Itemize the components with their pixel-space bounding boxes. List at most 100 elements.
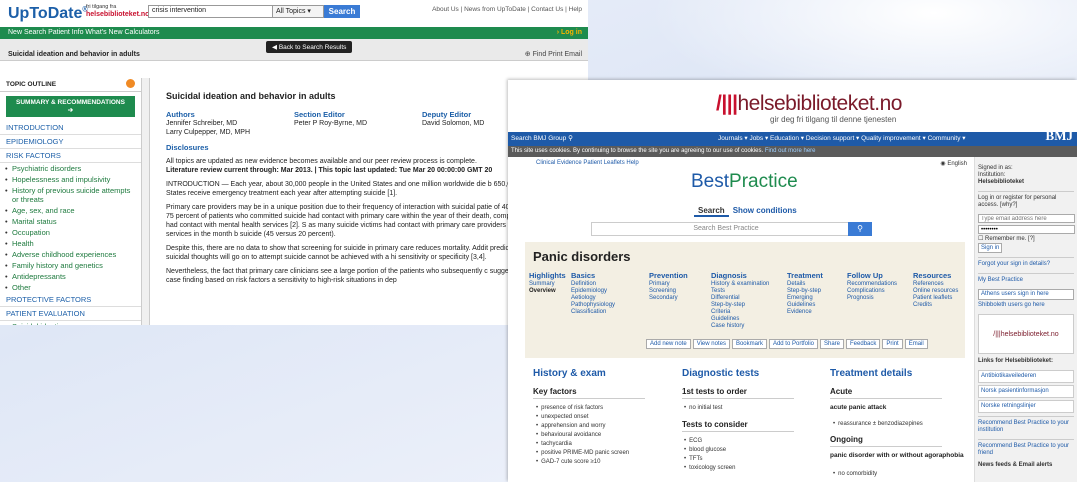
menu-link[interactable]: Secondary (649, 295, 688, 302)
menu-link[interactable]: Summary (529, 281, 566, 288)
shibboleth-link[interactable]: Shibboleth users go here (978, 302, 1074, 309)
back-to-results-button[interactable]: ◀ Back to Search Results (266, 41, 353, 53)
action-button[interactable]: Add new note (646, 339, 691, 349)
history-exam-heading[interactable]: History & exam (533, 368, 606, 379)
bestpractice-logo[interactable]: BestPractice (691, 171, 798, 193)
deputy-editor[interactable]: David Solomon, MD (422, 120, 484, 127)
menu-link[interactable]: Step-by-step (711, 302, 769, 309)
sidebar-link[interactable]: Norske retningslinjer (978, 400, 1074, 413)
action-button[interactable]: View notes (692, 339, 730, 349)
menu-link[interactable]: Definition (571, 281, 615, 288)
outline-item[interactable]: Age, sex, and race (0, 205, 141, 216)
bp-search-input[interactable]: Search Best Practice (591, 222, 861, 236)
outline-item[interactable]: Family history and genetics (0, 260, 141, 271)
action-button[interactable]: Add to Portfolio (768, 339, 818, 349)
menu-link[interactable]: Evidence (787, 309, 823, 316)
menu-column-heading[interactable]: Follow Up (847, 272, 897, 280)
outline-item[interactable]: Marital status (0, 216, 141, 227)
menu-link[interactable]: Tests (711, 288, 769, 295)
menu-column-heading[interactable]: Diagnosis (711, 272, 769, 280)
recommend-friend[interactable]: Recommend Best Practice to your friend (978, 443, 1074, 457)
email-field[interactable] (978, 214, 1075, 223)
menu-link[interactable]: Credits (913, 302, 958, 309)
treatment-details-heading[interactable]: Treatment details (830, 368, 912, 379)
menu-link[interactable]: Classification (571, 309, 615, 316)
collapse-icon[interactable] (126, 79, 135, 88)
outline-section[interactable]: PROTECTIVE FACTORS (0, 293, 141, 307)
menu-column-heading[interactable]: Basics (571, 272, 615, 280)
recommend-institution[interactable]: Recommend Best Practice to your institut… (978, 420, 1074, 434)
menu-column-heading[interactable]: Resources (913, 272, 958, 280)
menu-link[interactable]: History & examination (711, 281, 769, 288)
search-button[interactable]: Search (324, 5, 360, 18)
summary-button[interactable]: SUMMARY & RECOMMENDATIONS ➔ (6, 96, 135, 117)
remember-me-checkbox[interactable]: ☐ Remember me. [?] (978, 236, 1074, 243)
bmj-logo[interactable]: BMJ (1046, 129, 1073, 143)
group-search[interactable]: Search BMJ Group ⚲ (511, 132, 573, 146)
outline-item[interactable]: Suicidal ideation (0, 321, 141, 325)
bp-top-links[interactable]: Clinical Evidence Patient Leaflets Help (536, 160, 639, 166)
helsebiblioteket-logo[interactable]: /|||helsebiblioteket.no (716, 92, 902, 116)
action-button[interactable]: Email (904, 339, 928, 349)
bp-search-button[interactable]: ⚲ (848, 222, 872, 236)
password-field[interactable] (978, 225, 1075, 234)
outline-item[interactable]: Other (0, 282, 141, 293)
menu-column-heading[interactable]: Treatment (787, 272, 823, 280)
group-menu[interactable]: Journals ▾ Jobs ▾ Education ▾ Decision s… (718, 132, 966, 146)
outline-item[interactable]: Adverse childhood experiences (0, 249, 141, 260)
search-input[interactable]: crisis intervention (148, 5, 276, 18)
tools[interactable]: ⊕ Find Print Email (525, 50, 582, 58)
menu-link[interactable]: Epidemiology (571, 288, 615, 295)
tab-show-conditions[interactable]: Show conditions (729, 206, 801, 215)
menu-link[interactable]: Case history (711, 323, 769, 330)
menu-link[interactable]: Step-by-step (787, 288, 823, 295)
action-button[interactable]: Print (882, 339, 903, 349)
action-button[interactable]: Share (820, 339, 845, 349)
menu-link[interactable]: Aetiology (571, 295, 615, 302)
outline-item[interactable]: Hopelessness and impulsivity (0, 174, 141, 185)
menu-column-heading[interactable]: Highlights (529, 272, 566, 280)
action-button[interactable]: Feedback (846, 339, 881, 349)
menu-link[interactable]: Pathophysiology (571, 302, 615, 309)
section-editor[interactable]: Peter P Roy-Byrne, MD (294, 120, 367, 127)
menu-link[interactable]: Screening (649, 288, 688, 295)
diagnostic-tests-heading[interactable]: Diagnostic tests (682, 368, 759, 379)
menu-link[interactable]: Guidelines (787, 302, 823, 309)
menu-link[interactable]: Differential (711, 295, 769, 302)
menu-link[interactable]: Online resources (913, 288, 958, 295)
login-link[interactable]: › Log in (557, 27, 582, 39)
forgot-link[interactable]: Forgot your sign in details? (978, 261, 1074, 268)
top-links[interactable]: About Us | News from UpToDate | Contact … (432, 6, 582, 13)
menu-link[interactable]: Details (787, 281, 823, 288)
menu-column-heading[interactable]: Prevention (649, 272, 688, 280)
my-best-practice-link[interactable]: My Best Practice (978, 277, 1074, 284)
outline-item[interactable]: History of previous suicide attempts or … (0, 185, 141, 205)
login-note[interactable]: Log in or register for personal access. … (978, 195, 1074, 209)
outline-item[interactable]: Psychiatric disorders (0, 163, 141, 174)
sign-in-button[interactable]: Sign in (978, 243, 1003, 253)
topics-dropdown[interactable]: All Topics ▾ (272, 5, 324, 18)
action-button[interactable]: Bookmark (731, 339, 767, 349)
menu-link[interactable]: Primary (649, 281, 688, 288)
menu-link[interactable]: Criteria (711, 309, 769, 316)
helsebiblioteket-badge[interactable]: /|||helsebiblioteket.no (978, 314, 1074, 354)
sidebar-link[interactable]: Norsk pasientinformasjon (978, 385, 1074, 398)
outline-item[interactable]: Health (0, 238, 141, 249)
outline-scrollbar[interactable] (142, 78, 150, 325)
main-nav[interactable]: New Search Patient Info What's New Calcu… (0, 27, 588, 39)
acute-attack[interactable]: acute panic attack (830, 404, 886, 411)
outline-item[interactable]: Occupation (0, 227, 141, 238)
ongoing-condition[interactable]: panic disorder with or without agoraphob… (830, 452, 964, 459)
menu-link[interactable]: References (913, 281, 958, 288)
cookie-link[interactable]: Find out more here (765, 148, 816, 154)
authors[interactable]: Jennifer Schreiber, MD Larry Culpepper, … (166, 120, 250, 136)
sidebar-link[interactable]: Antibiotikaveilederen (978, 370, 1074, 383)
tab-search[interactable]: Search (694, 206, 729, 217)
news-feeds[interactable]: News feeds & Email alerts (978, 462, 1074, 469)
menu-link[interactable]: Guidelines (711, 316, 769, 323)
outline-section[interactable]: RISK FACTORS (0, 149, 141, 163)
athens-signin[interactable]: Athens users sign in here (978, 289, 1074, 300)
menu-link[interactable]: Recommendations (847, 281, 897, 288)
english-link[interactable]: ◉ English (940, 160, 967, 167)
menu-link[interactable]: Patient leaflets (913, 295, 958, 302)
